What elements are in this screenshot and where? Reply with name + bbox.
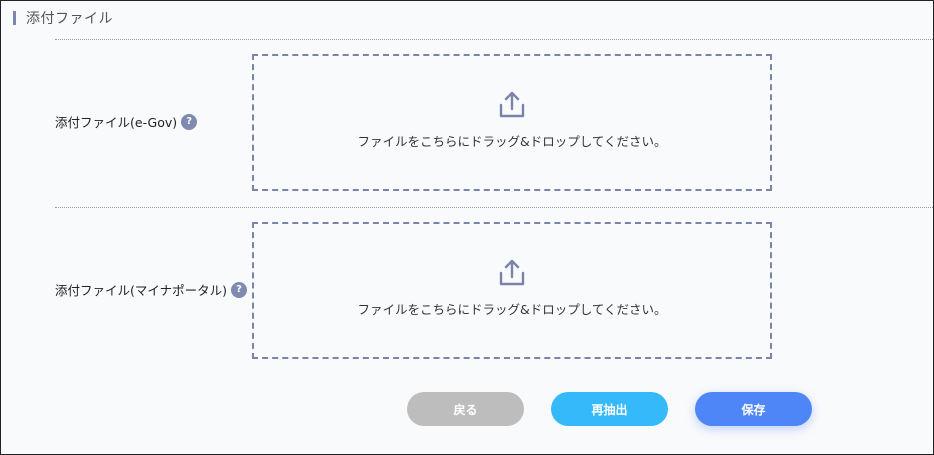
dropzone-instruction: ファイルをこちらにドラッグ&ドロップしてください。 [357,134,667,149]
reextract-button[interactable]: 再抽出 [551,392,668,426]
section-title: 添付ファイル [26,11,113,27]
mynaportal-file-dropzone[interactable]: ファイルをこちらにドラッグ&ドロップしてください。 [252,222,772,359]
section-header: 添付ファイル [13,8,113,28]
help-icon[interactable]: ? [231,281,248,298]
row-divider [55,207,933,208]
egov-attachment-label-text: 添付ファイル(e-Gov) [55,115,178,130]
help-icon[interactable]: ? [181,113,198,130]
mynaportal-attachment-label: 添付ファイル(マイナポータル) ? [55,280,248,299]
mynaportal-attachment-label-text: 添付ファイル(マイナポータル) [55,283,228,298]
dropzone-instruction: ファイルをこちらにドラッグ&ドロップしてください。 [357,302,667,317]
upload-icon [499,259,525,286]
save-button[interactable]: 保存 [695,392,812,426]
upload-icon [499,91,525,118]
row-divider [55,39,933,40]
egov-attachment-label: 添付ファイル(e-Gov) ? [55,112,198,131]
back-button[interactable]: 戻る [407,392,524,426]
section-accent-bar [13,11,16,25]
attachment-panel: 添付ファイル 添付ファイル(e-Gov) ? ファイルをこちらにドラッグ&ドロッ… [0,0,934,455]
egov-file-dropzone[interactable]: ファイルをこちらにドラッグ&ドロップしてください。 [252,54,772,191]
